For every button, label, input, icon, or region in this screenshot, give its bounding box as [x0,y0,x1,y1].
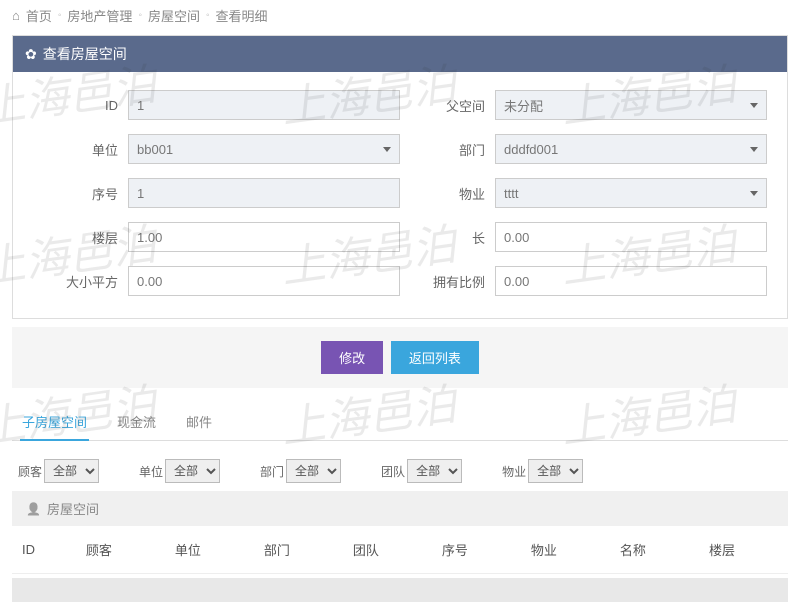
panel-header: 查看房屋空间 [13,36,787,72]
edit-button[interactable]: 修改 [321,341,383,374]
gear-icon [25,46,37,63]
filter-dept-select[interactable]: 全部 [286,459,341,483]
length-label: 长 [400,228,495,247]
parent-select[interactable]: 未分配 [495,90,767,120]
tab-cashflow[interactable]: 现金流 [115,404,158,440]
chevron-down-icon [750,103,758,108]
dept-select[interactable]: dddfd001 [495,134,767,164]
button-bar: 修改 返回列表 [12,327,788,388]
col-customer[interactable]: 顾客 [76,526,165,574]
dept-label: 部门 [400,140,495,159]
view-panel: 查看房屋空间 ID 父空间 未分配 单位 bb001 [12,35,788,319]
sep-icon: ◦ [138,10,142,21]
home-icon: ⌂ [12,8,20,23]
filter-customer-select[interactable]: 全部 [44,459,99,483]
unit-select[interactable]: bb001 [128,134,400,164]
crumb-detail: 查看明细 [216,6,268,25]
crumb-home[interactable]: 首页 [26,6,52,25]
col-prop[interactable]: 物业 [521,526,610,574]
col-name[interactable]: 名称 [610,526,699,574]
crumb-realestate[interactable]: 房地产管理 [67,6,132,25]
col-dept[interactable]: 部门 [254,526,343,574]
tabs: 子房屋空间 现金流 邮件 [12,404,788,441]
col-id[interactable]: ID [12,526,76,574]
unit-value: bb001 [137,142,173,157]
table-header-row: ID 顾客 单位 部门 团队 序号 物业 名称 楼层 [12,526,788,574]
footer-bar [12,578,788,602]
seq-label: 序号 [33,184,128,203]
ratio-field[interactable] [495,266,767,296]
filter-row: 顾客 全部 单位 全部 部门 全部 团队 全部 物业 全部 [0,441,800,491]
sep-icon: ◦ [58,10,62,21]
prop-label: 物业 [400,184,495,203]
prop-value: tttt [504,186,518,201]
dept-value: dddfd001 [504,142,558,157]
length-field[interactable] [495,222,767,252]
space-table: ID 顾客 单位 部门 团队 序号 物业 名称 楼层 [12,526,788,574]
filter-prop-select[interactable]: 全部 [528,459,583,483]
size-label: 大小平方 [33,272,128,291]
person-icon [26,501,41,516]
col-floor[interactable]: 楼层 [699,526,788,574]
section-title: 房屋空间 [12,491,788,526]
filter-unit-select[interactable]: 全部 [165,459,220,483]
section-title-text: 房屋空间 [47,499,99,518]
back-button[interactable]: 返回列表 [391,341,479,374]
breadcrumb: ⌂ 首页 ◦ 房地产管理 ◦ 房屋空间 ◦ 查看明细 [0,0,800,31]
panel-title: 查看房屋空间 [43,44,127,64]
unit-label: 单位 [33,140,128,159]
parent-label: 父空间 [400,96,495,115]
col-unit[interactable]: 单位 [165,526,254,574]
id-field[interactable] [128,90,400,120]
id-label: ID [33,98,128,113]
filter-unit-label: 单位 [139,463,163,480]
filter-prop-label: 物业 [502,463,526,480]
filter-dept-label: 部门 [260,463,284,480]
size-field[interactable] [128,266,400,296]
tab-child-space[interactable]: 子房屋空间 [20,404,89,441]
parent-value: 未分配 [504,96,543,115]
panel-body: ID 父空间 未分配 单位 bb001 部门 [13,72,787,318]
filter-team-select[interactable]: 全部 [407,459,462,483]
seq-field[interactable] [128,178,400,208]
tab-mail[interactable]: 邮件 [184,404,214,440]
chevron-down-icon [750,147,758,152]
chevron-down-icon [383,147,391,152]
crumb-space[interactable]: 房屋空间 [148,6,200,25]
floor-field[interactable] [128,222,400,252]
ratio-label: 拥有比例 [400,272,495,291]
chevron-down-icon [750,191,758,196]
sep-icon: ◦ [206,10,210,21]
filter-team-label: 团队 [381,463,405,480]
col-seq[interactable]: 序号 [432,526,521,574]
prop-select[interactable]: tttt [495,178,767,208]
col-team[interactable]: 团队 [343,526,432,574]
floor-label: 楼层 [33,228,128,247]
filter-customer-label: 顾客 [18,463,42,480]
